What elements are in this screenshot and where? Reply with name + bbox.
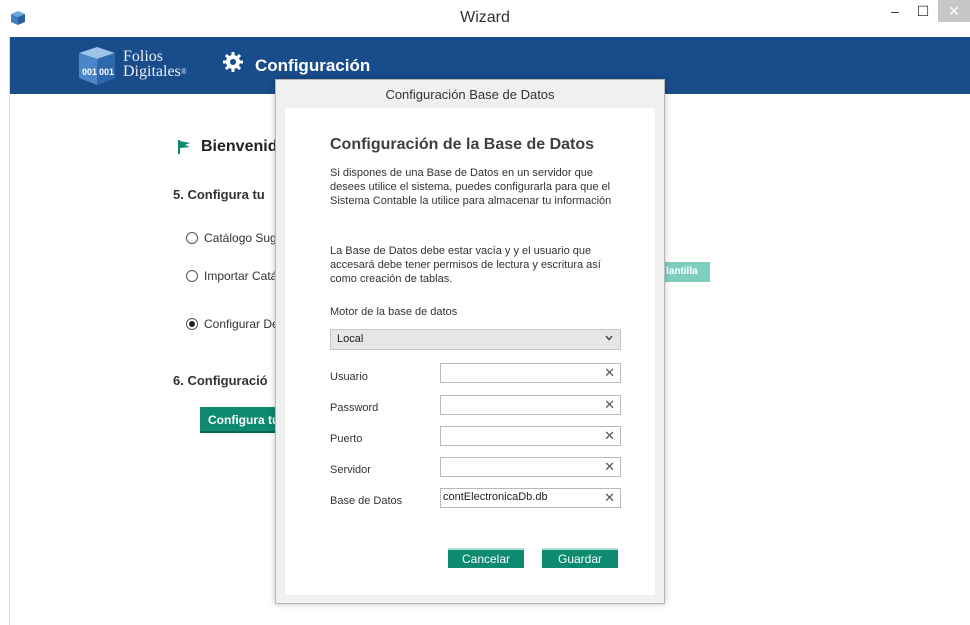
option-label: Configurar De — [204, 317, 279, 331]
option-catalogo-sugerido[interactable]: Catálogo Sug — [186, 231, 277, 245]
step6-heading: 6. Configuració — [173, 373, 268, 388]
base-de-datos-field[interactable]: contElectronicaDb.db ✕ — [440, 488, 621, 508]
flag-icon — [178, 140, 190, 154]
dialog-title: Configuración Base de Datos — [385, 87, 555, 102]
close-button[interactable]: ✕ — [938, 0, 970, 22]
clear-icon[interactable]: ✕ — [604, 459, 615, 475]
option-importar-catalogo[interactable]: Importar Catá — [186, 269, 277, 283]
registered-mark: ® — [180, 67, 187, 76]
puerto-field[interactable]: ✕ — [440, 426, 621, 446]
engine-label: Motor de la base de datos — [330, 306, 458, 318]
dialog-requirements: La Base de Datos debe estar vacía y y el… — [330, 245, 601, 285]
clear-icon[interactable]: ✕ — [604, 428, 615, 444]
folios-digitales-logo: 001 001 Folios Digitales® — [75, 45, 195, 87]
logo-line-1: Folios — [123, 48, 164, 65]
dialog-heading: Configuración de la Base de Datos — [330, 136, 595, 153]
base-de-datos-value: contElectronicaDb.db — [443, 491, 548, 503]
servidor-label: Servidor — [330, 464, 371, 476]
usuario-label: Usuario — [330, 371, 368, 383]
cancel-button[interactable]: Cancelar — [448, 548, 524, 568]
option-label: Catálogo Sug — [204, 231, 277, 245]
dialog-panel: Configuración de la Base de Datos Si dis… — [285, 108, 655, 595]
logo-text: Folios Digitales® — [123, 48, 187, 80]
password-field[interactable]: ✕ — [440, 395, 621, 415]
radio-button[interactable] — [186, 232, 198, 244]
radio-button-checked[interactable] — [186, 318, 198, 330]
usuario-field[interactable]: ✕ — [440, 363, 621, 383]
svg-text:001: 001 — [99, 67, 114, 77]
option-label: Importar Catá — [204, 269, 278, 283]
window-left-border — [0, 37, 10, 625]
clear-icon[interactable]: ✕ — [604, 365, 615, 381]
option-configurar[interactable]: Configurar De — [186, 317, 279, 331]
header-title: Configuración — [255, 56, 371, 75]
window-title: Wizard — [460, 9, 510, 26]
gear-icon — [223, 52, 243, 72]
puerto-label: Puerto — [330, 433, 363, 445]
logo-line-2: Digitales — [123, 63, 181, 80]
dialog-description: Si dispones de una Base de Datos en un s… — [330, 167, 612, 207]
svg-text:001: 001 — [82, 67, 97, 77]
logo-cube-icon: 001 001 — [79, 47, 115, 85]
radio-button[interactable] — [186, 270, 198, 282]
engine-select[interactable]: Local — [330, 329, 621, 350]
database-config-dialog: Configuración Base de Datos Configuració… — [275, 79, 665, 604]
welcome-heading: Bienvenid — [201, 138, 278, 155]
maximize-button[interactable]: ☐ — [910, 0, 936, 22]
password-label: Password — [330, 402, 379, 414]
step5-heading: 5. Configura tu — [173, 187, 265, 202]
save-button[interactable]: Guardar — [542, 548, 618, 568]
minimize-button[interactable]: – — [882, 0, 908, 22]
engine-select-value: Local — [337, 333, 364, 345]
chevron-down-icon — [605, 335, 613, 341]
servidor-field[interactable]: ✕ — [440, 457, 621, 477]
window-titlebar: Wizard – ☐ ✕ — [0, 0, 970, 37]
clear-icon[interactable]: ✕ — [604, 397, 615, 413]
base-de-datos-label: Base de Datos — [330, 495, 403, 507]
clear-icon[interactable]: ✕ — [604, 490, 615, 506]
